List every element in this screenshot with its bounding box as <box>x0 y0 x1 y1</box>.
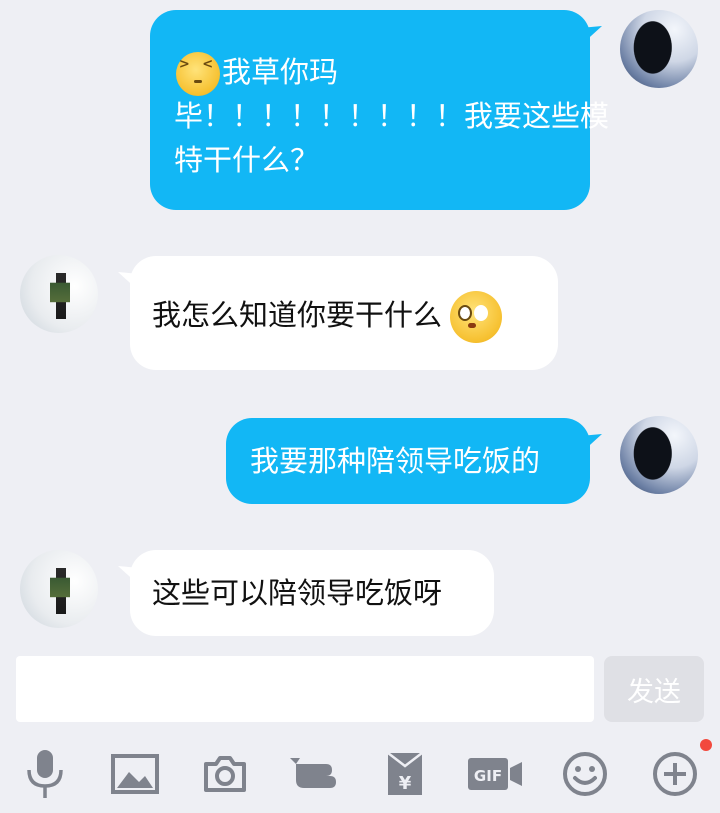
svg-text:GIF: GIF <box>474 767 502 785</box>
send-button[interactable]: 发送 <box>604 656 704 722</box>
contact-avatar[interactable] <box>20 550 98 628</box>
message-text: 毕！！！！！！！！！我要这些模 <box>174 99 610 133</box>
image-icon[interactable] <box>105 744 165 804</box>
red-packet-icon[interactable]: ¥ <box>375 744 435 804</box>
received-message-bubble[interactable]: 我怎么知道你要干什么 <box>130 256 558 370</box>
message-text: 我怎么知道你要干什么 <box>152 298 443 332</box>
camera-icon[interactable] <box>195 744 255 804</box>
message-text: 这些可以陪领导吃饭呀 <box>152 576 443 610</box>
microphone-icon[interactable] <box>15 744 75 804</box>
plus-icon[interactable] <box>645 744 705 804</box>
sent-message-bubble[interactable]: 我要那种陪领导吃饭的 <box>226 418 590 504</box>
contact-avatar[interactable] <box>20 255 98 333</box>
message-text: 我草你玛 <box>222 55 339 89</box>
squint-face-emoji-icon <box>176 52 220 96</box>
my-avatar[interactable] <box>620 10 698 88</box>
received-message-bubble[interactable]: 这些可以陪领导吃饭呀 <box>130 550 494 636</box>
my-avatar[interactable] <box>620 416 698 494</box>
message-input[interactable] <box>16 656 594 722</box>
sent-message-bubble[interactable]: 我草你玛 毕！！！！！！！！！我要这些模 特干什么？ <box>150 10 610 210</box>
svg-text:¥: ¥ <box>399 773 412 794</box>
flushed-face-emoji-icon <box>450 291 503 343</box>
gif-icon[interactable]: GIF <box>465 744 525 804</box>
message-text: 特干什么？ <box>174 143 320 177</box>
poke-icon[interactable] <box>285 744 345 804</box>
message-text: 我要那种陪领导吃饭的 <box>250 444 541 478</box>
input-toolbar: ¥ GIF <box>0 738 720 813</box>
notification-dot <box>700 739 712 751</box>
emoji-icon[interactable] <box>555 744 615 804</box>
